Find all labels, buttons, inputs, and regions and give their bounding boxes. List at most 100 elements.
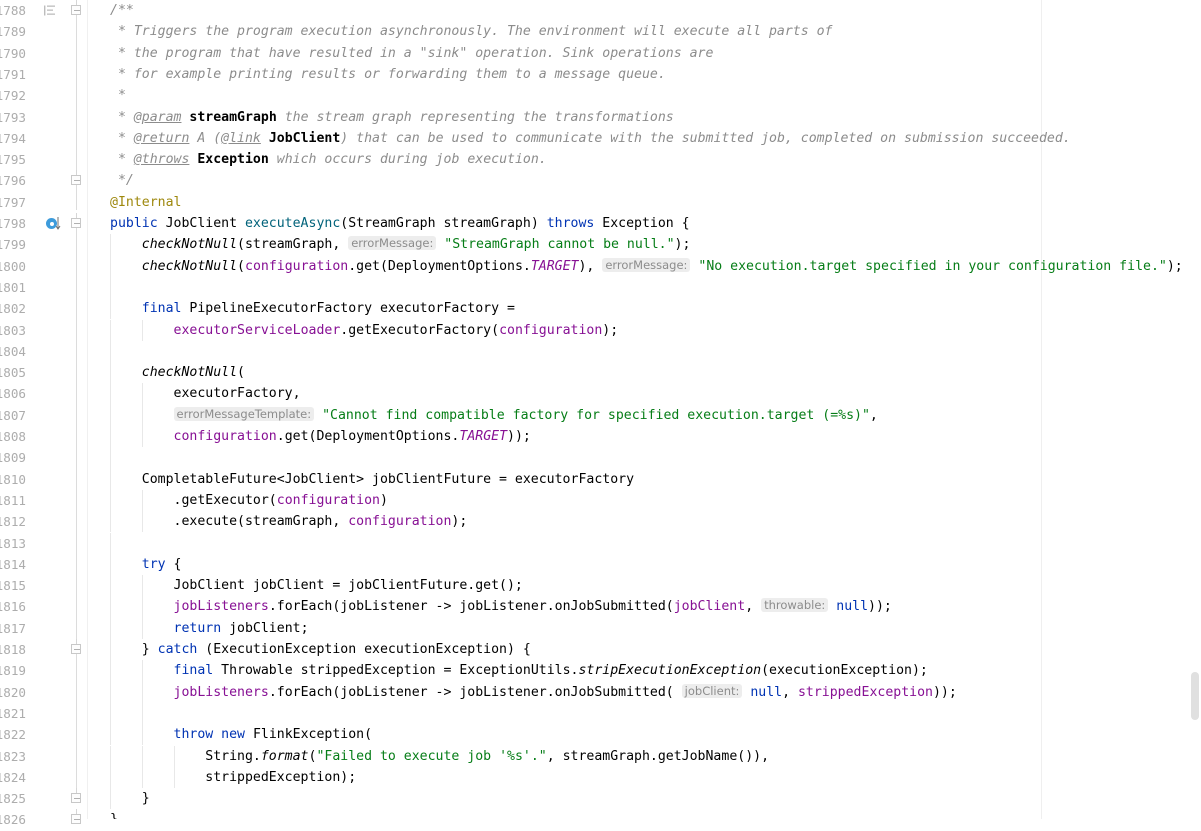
gutter-line[interactable]: 1799 <box>0 234 88 255</box>
code-line[interactable]: checkNotNull(streamGraph, errorMessage: … <box>88 234 1201 256</box>
inline-parameter-hint: errorMessage: <box>602 257 691 272</box>
code-token: )); <box>507 429 531 444</box>
code-editor[interactable]: 1788 1789 1790 1791 1792 1793 1794 1795 1796 1797… <box>0 0 1201 827</box>
code-line[interactable]: jobListeners.forEach(jobListener -> jobL… <box>88 681 1201 703</box>
gutter-line[interactable]: 1804 <box>0 341 88 362</box>
field-token: executorServiceLoader <box>173 322 341 338</box>
fold-collapse-icon[interactable] <box>70 213 82 234</box>
code-line[interactable] <box>88 702 1201 725</box>
gutter-line[interactable]: 1805 <box>0 362 88 383</box>
gutter-line[interactable]: 1817 <box>0 618 88 639</box>
code-line[interactable]: } <box>88 788 1201 810</box>
gutter-line[interactable]: 1812 <box>0 511 88 532</box>
gutter-line[interactable]: 1806 <box>0 383 88 404</box>
code-line[interactable]: * for example printing results or forwar… <box>88 64 1201 85</box>
gutter-line[interactable]: 1811 <box>0 490 88 511</box>
gutter-line[interactable]: 1822 <box>0 724 88 745</box>
code-line[interactable]: * @return A (@link JobClient) that can b… <box>88 128 1201 149</box>
gutter-line[interactable]: 1789 <box>0 21 88 42</box>
gutter-line[interactable]: 1801 <box>0 277 88 298</box>
code-line[interactable]: return jobClient; <box>88 617 1201 639</box>
code-line[interactable]: final Throwable strippedException = Exce… <box>88 660 1201 682</box>
code-line[interactable]: /** <box>88 0 1201 21</box>
gutter-line[interactable]: 1815 <box>0 575 88 596</box>
code-line[interactable]: * <box>88 85 1201 106</box>
code-line[interactable]: executorFactory, <box>88 383 1201 405</box>
code-line[interactable]: .execute(streamGraph, configuration); <box>88 511 1201 533</box>
code-token: CompletableFuture<JobClient> jobClientFu… <box>141 471 635 487</box>
gutter-line[interactable]: 1825 <box>0 788 88 809</box>
code-token: JobClient <box>157 216 245 231</box>
gutter-line[interactable]: 1821 <box>0 703 88 724</box>
code-line[interactable]: checkNotNull(configuration.get(Deploymen… <box>88 255 1201 277</box>
code-line[interactable]: @Internal <box>88 192 1201 213</box>
code-line[interactable] <box>88 447 1201 469</box>
gutter-line[interactable]: 1810 <box>0 469 88 490</box>
code-line[interactable]: executorServiceLoader.getExecutorFactory… <box>88 319 1201 341</box>
code-line[interactable]: public JobClient executeAsync(StreamGrap… <box>88 213 1201 234</box>
vertical-scrollbar[interactable] <box>1189 0 1201 819</box>
code-line[interactable]: CompletableFuture<JobClient> jobClientFu… <box>88 468 1201 490</box>
gutter-line[interactable]: 1807 <box>0 405 88 426</box>
code-line[interactable]: } catch (ExecutionException executionExc… <box>88 639 1201 661</box>
code-line[interactable]: */ <box>88 170 1201 191</box>
indent-guide <box>110 489 111 512</box>
code-line[interactable]: } <box>88 809 1201 819</box>
keyword-token: final <box>173 663 214 679</box>
fold-collapse-icon[interactable] <box>70 639 82 660</box>
gutter-line[interactable]: 1791 <box>0 64 88 85</box>
gutter-line[interactable]: 1792 <box>0 85 88 106</box>
gutter-line[interactable]: 1816 <box>0 596 88 617</box>
gutter-line[interactable]: 1793 <box>0 107 88 128</box>
fold-collapse-icon[interactable] <box>70 788 82 809</box>
structure-view-icon[interactable] <box>44 5 56 16</box>
code-line[interactable] <box>88 532 1201 554</box>
gutter-line[interactable]: 1820 <box>0 682 88 703</box>
gutter-line[interactable]: 1788 <box>0 0 88 21</box>
fold-collapse-icon[interactable] <box>70 0 82 21</box>
gutter-line[interactable]: 1809 <box>0 447 88 468</box>
code-line[interactable]: .getExecutor(configuration) <box>88 489 1201 512</box>
code-line[interactable]: String.format("Failed to execute job '%s… <box>88 745 1201 767</box>
code-line[interactable]: * @param streamGraph the stream graph re… <box>88 107 1201 128</box>
code-line[interactable]: try { <box>88 553 1201 576</box>
code-line[interactable] <box>88 276 1201 299</box>
fold-collapse-icon[interactable] <box>70 170 82 191</box>
gutter-line[interactable]: 1826 <box>0 809 88 830</box>
gutter-line[interactable]: 1814 <box>0 554 88 575</box>
code-line[interactable]: final PipelineExecutorFactory executorFa… <box>88 298 1201 320</box>
code-line[interactable]: checkNotNull( <box>88 362 1201 384</box>
code-line[interactable]: * @throws Exception which occurs during … <box>88 149 1201 170</box>
gutter-line[interactable]: 1794 <box>0 128 88 149</box>
gutter-line[interactable]: 1800 <box>0 256 88 277</box>
code-line[interactable]: JobClient jobClient = jobClientFuture.ge… <box>88 575 1201 597</box>
gutter-line[interactable]: 1796 <box>0 170 88 191</box>
code-line[interactable]: jobListeners.forEach(jobListener -> jobL… <box>88 596 1201 618</box>
code-line[interactable]: errorMessageTemplate: "Cannot find compa… <box>88 404 1201 426</box>
gutter-line[interactable]: 1798 <box>0 213 88 234</box>
gutter-line[interactable]: 1824 <box>0 767 88 788</box>
gutter-line[interactable]: 1802 <box>0 298 88 319</box>
editor-gutter[interactable]: 1788 1789 1790 1791 1792 1793 1794 1795 1796 1797… <box>0 0 88 827</box>
code-line[interactable]: throw new FlinkException( <box>88 724 1201 746</box>
vertical-scrollbar-thumb[interactable] <box>1191 672 1199 720</box>
gutter-line[interactable]: 1813 <box>0 533 88 554</box>
gutter-line[interactable]: 1819 <box>0 660 88 681</box>
gutter-line[interactable]: 1797 <box>0 192 88 213</box>
code-line[interactable]: * the program that have resulted in a "s… <box>88 43 1201 64</box>
line-number: 1812 <box>0 514 26 530</box>
code-content[interactable]: /** * Triggers the program execution asy… <box>88 0 1201 819</box>
fold-collapse-icon[interactable] <box>70 809 82 830</box>
code-line[interactable] <box>88 340 1201 363</box>
indent-guide <box>174 766 176 789</box>
code-line[interactable]: strippedException); <box>88 766 1201 789</box>
gutter-line[interactable]: 1795 <box>0 149 88 170</box>
code-line[interactable]: configuration.get(DeploymentOptions.TARG… <box>88 426 1201 448</box>
code-line[interactable]: * Triggers the program execution asynchr… <box>88 21 1201 42</box>
gutter-line[interactable]: 1818 <box>0 639 88 660</box>
code-token: ); <box>451 514 468 530</box>
gutter-line[interactable]: 1823 <box>0 746 88 767</box>
gutter-line[interactable]: 1803 <box>0 320 88 341</box>
gutter-line[interactable]: 1808 <box>0 426 88 447</box>
gutter-line[interactable]: 1790 <box>0 43 88 64</box>
